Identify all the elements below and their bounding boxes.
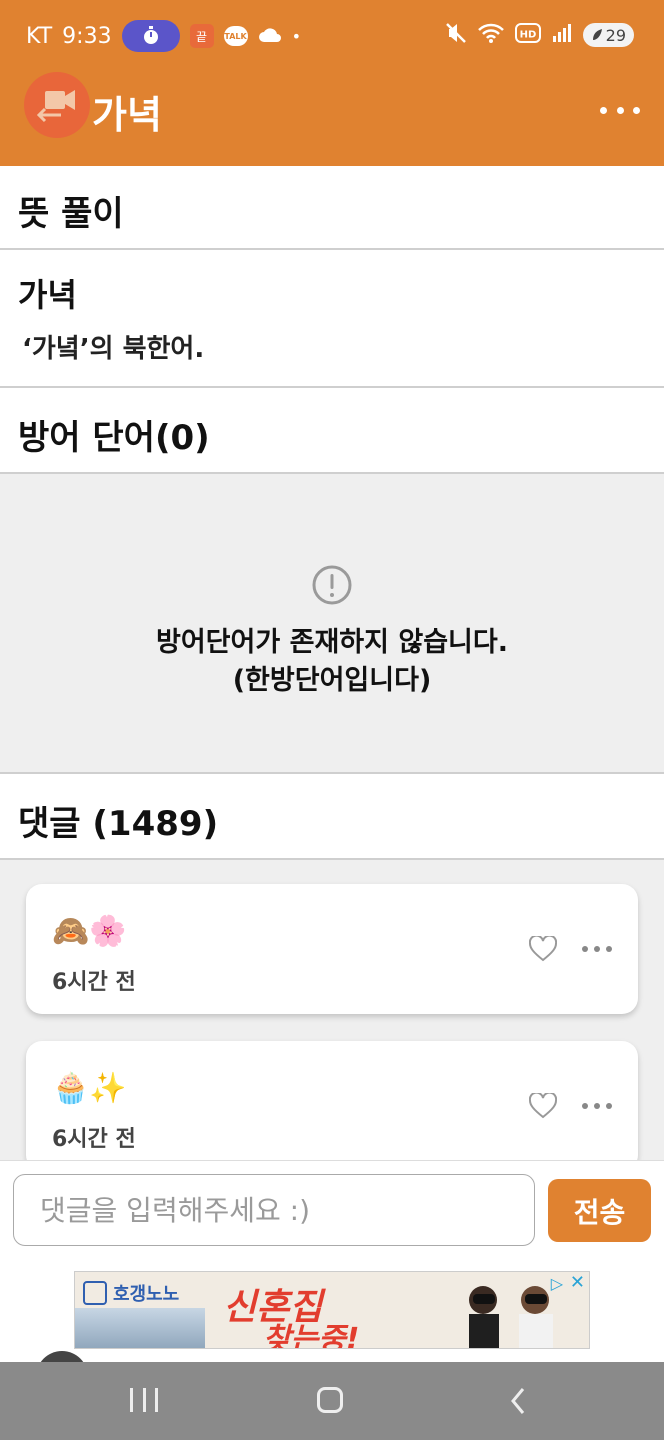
ad-brand: 호갱노노 bbox=[83, 1280, 179, 1306]
app-bar: 가녁 bbox=[0, 70, 664, 166]
definition-block: 가녁 ‘가녘’의 북한어. bbox=[0, 250, 664, 388]
ad-logo-icon bbox=[83, 1281, 107, 1305]
status-bar: KT 9:33 끝 TALK • HD 29 bbox=[0, 0, 664, 70]
empty-message-line2: (한방단어입니다) bbox=[232, 665, 432, 696]
comment-input[interactable] bbox=[13, 1174, 535, 1246]
alert-circle-icon bbox=[312, 565, 352, 605]
system-nav-bar bbox=[0, 1362, 664, 1440]
heart-icon[interactable] bbox=[529, 936, 557, 962]
comment-time: 6시간 전 bbox=[52, 970, 136, 995]
comments-list[interactable]: 🙈🌸 6시간 전 🧁✨ 6시간 전 bbox=[0, 860, 664, 1160]
notification-dot: • bbox=[291, 26, 302, 46]
clock: 9:33 bbox=[62, 23, 112, 49]
hd-icon: HD bbox=[514, 23, 541, 47]
recent-apps-icon[interactable] bbox=[130, 1388, 158, 1412]
comment-card: 🙈🌸 6시간 전 bbox=[26, 884, 638, 1014]
battery-level: 29 bbox=[605, 25, 626, 45]
definition-word: 가녁 bbox=[18, 276, 77, 314]
comments-section-header: 댓글 (1489) bbox=[0, 774, 664, 860]
cloud-icon bbox=[258, 24, 282, 49]
meaning-section-header: 뜻 풀이 bbox=[0, 166, 664, 250]
svg-text:HD: HD bbox=[519, 30, 536, 41]
kakaotalk-icon: TALK bbox=[223, 26, 248, 46]
app-notification-icon: 끝 bbox=[189, 24, 214, 48]
ad-brand-name: 호갱노노 bbox=[113, 1284, 180, 1305]
video-back-icon bbox=[36, 90, 75, 123]
definition-text: ‘가녘’의 북한어. bbox=[22, 334, 205, 364]
empty-message: 방어단어가 존재하지 않습니다. (한방단어입니다) bbox=[0, 624, 664, 700]
heart-icon[interactable] bbox=[529, 1093, 557, 1119]
comment-more-icon[interactable] bbox=[582, 1103, 612, 1109]
status-right: HD 29 bbox=[445, 22, 634, 48]
leaf-icon bbox=[592, 29, 602, 40]
ad-info-icon[interactable]: ▷ bbox=[551, 1274, 563, 1293]
more-options-icon[interactable] bbox=[600, 100, 640, 120]
meaning-header-label: 뜻 풀이 bbox=[18, 194, 124, 234]
home-icon[interactable] bbox=[317, 1387, 343, 1413]
status-left: KT 9:33 끝 TALK • bbox=[26, 20, 301, 52]
back-nav-icon[interactable] bbox=[508, 1386, 528, 1416]
wifi-icon bbox=[477, 22, 505, 48]
stopwatch-icon bbox=[121, 20, 180, 52]
page-title: 가녁 bbox=[92, 93, 162, 137]
carrier-label: KT bbox=[26, 23, 53, 49]
ad-banner[interactable]: 호갱노노 신혼집 찾는중! ▷ ✕ bbox=[74, 1271, 590, 1349]
battery-indicator: 29 bbox=[582, 23, 634, 47]
comment-input-bar: 전송 bbox=[0, 1160, 664, 1260]
comment-time: 6시간 전 bbox=[52, 1127, 136, 1152]
comment-content: 🧁✨ bbox=[52, 1071, 127, 1106]
comment-more-icon[interactable] bbox=[582, 946, 612, 952]
send-button[interactable]: 전송 bbox=[548, 1179, 651, 1242]
ad-subheadline: 찾는중! bbox=[263, 1322, 360, 1349]
empty-message-line1: 방어단어가 존재하지 않습니다. bbox=[156, 627, 508, 658]
signal-icon bbox=[551, 22, 573, 48]
ad-building-image bbox=[75, 1308, 205, 1348]
comments-header-label: 댓글 (1489) bbox=[18, 804, 219, 844]
comment-card: 🧁✨ 6시간 전 bbox=[26, 1041, 638, 1160]
defense-empty-state: 방어단어가 존재하지 않습니다. (한방단어입니다) bbox=[0, 474, 664, 774]
ad-close-icon[interactable]: ✕ bbox=[570, 1272, 585, 1293]
defense-section-header: 방어 단어(0) bbox=[0, 388, 664, 474]
ad-people-image bbox=[469, 1286, 553, 1348]
defense-header-label: 방어 단어(0) bbox=[18, 418, 210, 458]
comment-content: 🙈🌸 bbox=[52, 914, 127, 949]
mute-icon bbox=[445, 22, 467, 48]
back-button[interactable] bbox=[24, 72, 90, 138]
